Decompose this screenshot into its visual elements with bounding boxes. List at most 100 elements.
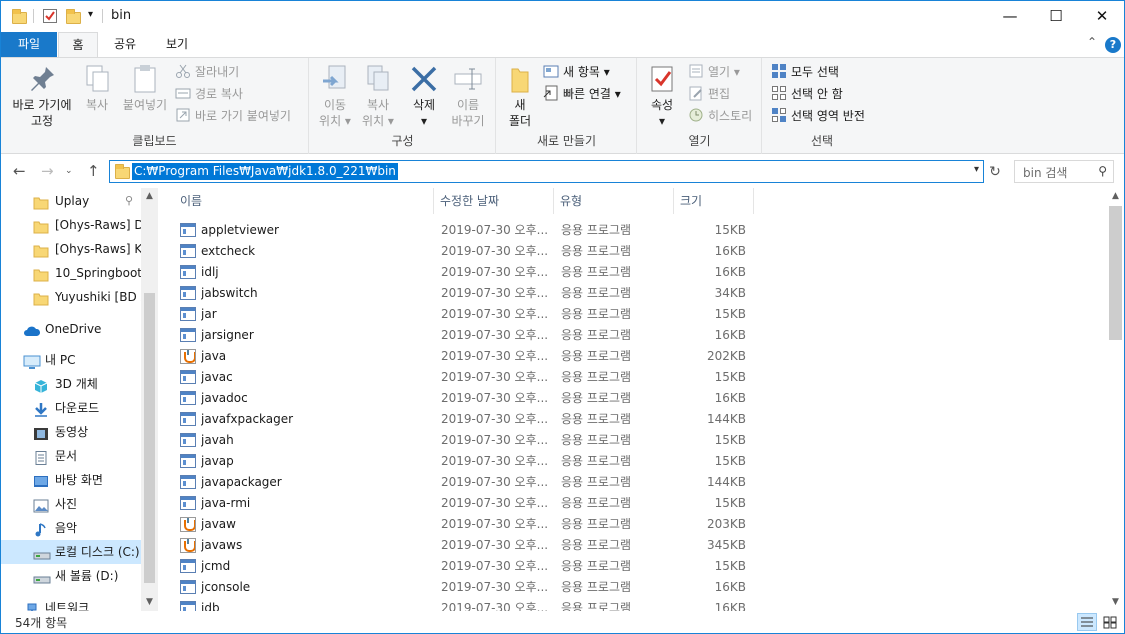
- quick-access-dropdown-icon[interactable]: ▾: [88, 9, 93, 20]
- nav-item-label: [Ohys-Raws] Kar: [55, 242, 143, 256]
- file-row[interactable]: jarsigner 2019-07-30 오후... 응용 프로그램 16KB: [176, 325, 746, 346]
- file-date: 2019-07-30 오후...: [441, 349, 549, 363]
- refresh-icon[interactable]: ↻: [985, 161, 1005, 183]
- edit-button[interactable]: 편집: [688, 84, 730, 104]
- invert-selection-button[interactable]: 선택 영역 반전: [771, 106, 865, 126]
- file-row[interactable]: javaws 2019-07-30 오후... 응용 프로그램 345KB: [176, 535, 746, 556]
- back-arrow-icon[interactable]: ←: [13, 162, 26, 180]
- minimize-button[interactable]: —: [987, 1, 1033, 32]
- file-row[interactable]: javac 2019-07-30 오후... 응용 프로그램 15KB: [176, 367, 746, 388]
- nav-item[interactable]: 다운로드: [1, 396, 143, 420]
- nav-item[interactable]: 문서: [1, 444, 143, 468]
- help-icon[interactable]: ?: [1105, 37, 1121, 53]
- copy-to-button[interactable]: 복사 위치 ▾: [356, 63, 400, 129]
- tab-file[interactable]: 파일: [1, 32, 57, 57]
- column-header-date[interactable]: 수정한 날짜: [434, 188, 554, 214]
- file-row[interactable]: javap 2019-07-30 오후... 응용 프로그램 15KB: [176, 451, 746, 472]
- open-button[interactable]: 열기 ▾: [688, 62, 740, 82]
- file-row[interactable]: javah 2019-07-30 오후... 응용 프로그램 15KB: [176, 430, 746, 451]
- scroll-down-icon[interactable]: ▼: [141, 594, 158, 611]
- close-button[interactable]: ✕: [1079, 1, 1124, 32]
- nav-item[interactable]: Uplay ⚲: [1, 189, 143, 213]
- large-icons-view-icon[interactable]: [1100, 613, 1120, 631]
- nav-item[interactable]: 로컬 디스크 (C:): [1, 540, 143, 564]
- file-row[interactable]: appletviewer 2019-07-30 오후... 응용 프로그램 15KB: [176, 220, 746, 241]
- scroll-down-icon[interactable]: ▼: [1107, 594, 1124, 611]
- nav-scroll-thumb[interactable]: [144, 293, 155, 583]
- exe-icon: [180, 559, 196, 574]
- file-row[interactable]: jar 2019-07-30 오후... 응용 프로그램 15KB: [176, 304, 746, 325]
- new-folder-icon[interactable]: [65, 8, 81, 24]
- nav-scrollbar[interactable]: ▲ ▼: [141, 188, 158, 611]
- nav-item[interactable]: 음악: [1, 516, 143, 540]
- scroll-up-icon[interactable]: ▲: [141, 188, 158, 205]
- search-box[interactable]: bin 검색 ⚲: [1014, 160, 1114, 183]
- file-row[interactable]: jabswitch 2019-07-30 오후... 응용 프로그램 34KB: [176, 283, 746, 304]
- rename-button[interactable]: 이름 바꾸기: [446, 63, 490, 129]
- nav-item[interactable]: 네트워크: [1, 596, 143, 611]
- recent-locations-icon[interactable]: ⌄: [65, 166, 73, 176]
- scroll-up-icon[interactable]: ▲: [1107, 188, 1124, 205]
- select-none-button[interactable]: 선택 안 함: [771, 84, 843, 104]
- file-row[interactable]: idlj 2019-07-30 오후... 응용 프로그램 16KB: [176, 262, 746, 283]
- nav-item-label: Uplay: [55, 194, 90, 208]
- properties-icon[interactable]: [42, 8, 58, 24]
- column-header-name[interactable]: 이름: [176, 188, 434, 214]
- column-header-size[interactable]: 크기: [674, 188, 754, 214]
- file-row[interactable]: javadoc 2019-07-30 오후... 응용 프로그램 16KB: [176, 388, 746, 409]
- tab-share[interactable]: 공유: [104, 32, 146, 57]
- copy-to-label: 복사 위치 ▾: [362, 98, 394, 128]
- nav-item[interactable]: 3D 개체: [1, 372, 143, 396]
- paste-shortcut-button[interactable]: 바로 가기 붙여넣기: [175, 106, 291, 126]
- file-row[interactable]: java 2019-07-30 오후... 응용 프로그램 202KB: [176, 346, 746, 367]
- nav-item[interactable]: 내 PC: [1, 348, 143, 372]
- tab-view[interactable]: 보기: [155, 32, 199, 57]
- file-scroll-thumb[interactable]: [1109, 206, 1122, 340]
- pc-icon: [23, 353, 41, 369]
- forward-arrow-icon[interactable]: →: [41, 162, 54, 180]
- maximize-button[interactable]: ☐: [1033, 1, 1079, 32]
- file-list-scrollbar[interactable]: ▲ ▼: [1107, 188, 1124, 611]
- nav-item[interactable]: 사진: [1, 492, 143, 516]
- up-arrow-icon[interactable]: ↑: [87, 162, 100, 180]
- nav-item[interactable]: 동영상: [1, 420, 143, 444]
- file-row[interactable]: javaw 2019-07-30 오후... 응용 프로그램 203KB: [176, 514, 746, 535]
- nav-item[interactable]: 10_Springboot: [1, 261, 143, 285]
- address-path[interactable]: C:₩Program Files₩Java₩jdk1.8.0_221₩bin: [132, 163, 398, 180]
- tab-home[interactable]: 홈: [58, 32, 98, 58]
- file-row[interactable]: javapackager 2019-07-30 오후... 응용 프로그램 144KB: [176, 472, 746, 493]
- music-icon: [33, 521, 49, 537]
- address-dropdown-icon[interactable]: ▾: [974, 164, 979, 175]
- file-row[interactable]: jconsole 2019-07-30 오후... 응용 프로그램 16KB: [176, 577, 746, 598]
- search-icon[interactable]: ⚲: [1098, 164, 1107, 178]
- file-row[interactable]: javafxpackager 2019-07-30 오후... 응용 프로그램 144…: [176, 409, 746, 430]
- file-row[interactable]: extcheck 2019-07-30 오후... 응용 프로그램 16KB: [176, 241, 746, 262]
- paste-button[interactable]: 붙여넣기: [119, 63, 171, 113]
- delete-button[interactable]: 삭제 ▾: [406, 63, 442, 129]
- nav-item[interactable]: Yuyushiki [BD x: [1, 285, 143, 309]
- file-row[interactable]: jcmd 2019-07-30 오후... 응용 프로그램 15KB: [176, 556, 746, 577]
- copy-path-button[interactable]: 경로 복사: [175, 84, 243, 104]
- address-bar[interactable]: C:₩Program Files₩Java₩jdk1.8.0_221₩bin ▾: [109, 160, 984, 183]
- new-folder-button[interactable]: 새 폴더: [503, 63, 537, 129]
- nav-item[interactable]: [Ohys-Raws] Du: [1, 213, 143, 237]
- history-button[interactable]: 히스토리: [688, 106, 752, 126]
- move-to-button[interactable]: 이동 위치 ▾: [314, 63, 356, 129]
- details-view-icon[interactable]: [1077, 613, 1097, 631]
- file-row[interactable]: jdb 2019-07-30 오후... 응용 프로그램 16KB: [176, 598, 746, 611]
- collapse-ribbon-icon[interactable]: ⌃: [1087, 35, 1097, 49]
- easy-access-button[interactable]: 빠른 연결 ▾: [543, 84, 621, 104]
- new-item-button[interactable]: 새 항목 ▾: [543, 62, 610, 82]
- column-header-type[interactable]: 유형: [554, 188, 674, 214]
- nav-item[interactable]: 새 볼륨 (D:): [1, 564, 143, 588]
- properties-button[interactable]: 속성 ▾: [642, 63, 682, 129]
- file-row[interactable]: java-rmi 2019-07-30 오후... 응용 프로그램 15KB: [176, 493, 746, 514]
- file-date: 2019-07-30 오후...: [441, 538, 549, 552]
- pin-quick-access-button[interactable]: 바로 가기에 고정: [7, 63, 77, 129]
- nav-item[interactable]: 바탕 화면: [1, 468, 143, 492]
- nav-item[interactable]: [Ohys-Raws] Kar: [1, 237, 143, 261]
- cut-button[interactable]: 잘라내기: [175, 62, 239, 82]
- select-all-button[interactable]: 모두 선택: [771, 62, 839, 82]
- nav-item[interactable]: OneDrive: [1, 317, 143, 341]
- copy-button[interactable]: 복사: [79, 63, 115, 113]
